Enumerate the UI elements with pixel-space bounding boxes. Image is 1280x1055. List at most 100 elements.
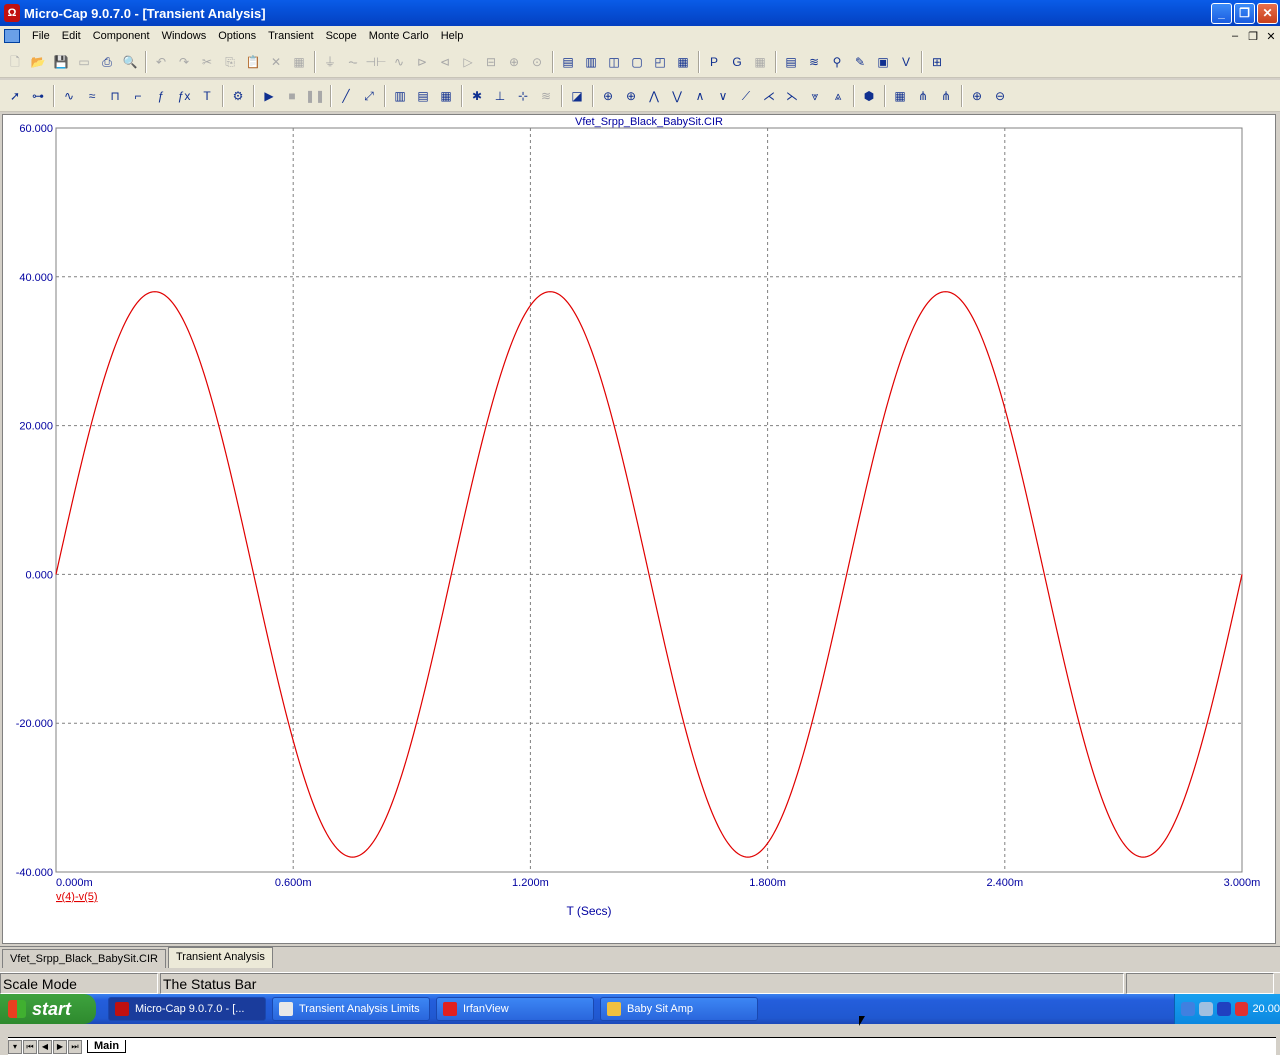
paste-icon[interactable]: 📋 (242, 51, 264, 73)
sheet-menu-button[interactable]: ▾ (8, 1039, 22, 1054)
document-icon[interactable] (4, 29, 20, 43)
data-points-icon[interactable]: ▥ (389, 85, 411, 107)
probe-icon[interactable]: ⚲ (826, 51, 848, 73)
sheet-prev-button[interactable]: ◀ (38, 1039, 52, 1054)
menu-component[interactable]: Component (87, 27, 156, 45)
vt-icon[interactable]: V (895, 51, 917, 73)
component-icon[interactable]: ⊶ (27, 85, 49, 107)
calculator-icon[interactable]: ▦ (672, 51, 694, 73)
cursor-a-icon[interactable]: ✱ (466, 85, 488, 107)
stop-icon[interactable]: ■ (281, 85, 303, 107)
grid-toggle-icon[interactable]: ▦ (435, 85, 457, 107)
security-icon[interactable] (1234, 1002, 1249, 1016)
doc-tab-0[interactable]: Vfet_Srpp_Black_BabySit.CIR (2, 949, 166, 968)
cursor-c-icon[interactable]: ⊹ (512, 85, 534, 107)
zoom-fit-icon[interactable]: ⊞ (926, 51, 948, 73)
app-icon[interactable]: Ω (4, 4, 20, 22)
new-icon[interactable]: 🗋 (4, 51, 26, 73)
axes-b-icon[interactable]: ⋔ (935, 85, 957, 107)
sheet-first-button[interactable]: ⏮ (23, 1039, 37, 1054)
menu-scope[interactable]: Scope (320, 27, 363, 45)
valley-icon[interactable]: ⊕ (620, 85, 642, 107)
taskbar-item-2[interactable]: IrfanView (436, 997, 594, 1021)
run-icon[interactable]: ▶ (258, 85, 280, 107)
taskbar-item-3[interactable]: Baby Sit Amp (600, 997, 758, 1021)
grid-icon[interactable]: ▦ (749, 51, 771, 73)
tray-arrow-icon[interactable] (1181, 1002, 1195, 1016)
mdi-minimize-button[interactable]: – (1226, 30, 1244, 43)
sheet-tab-main[interactable]: Main (87, 1040, 127, 1053)
start-button[interactable]: start (0, 994, 96, 1024)
formula-icon[interactable]: ƒx (173, 85, 195, 107)
open-icon[interactable]: 📂 (27, 51, 49, 73)
source-icon[interactable]: ⊕ (503, 51, 525, 73)
numeric-output-icon[interactable]: ▤ (780, 51, 802, 73)
mdi-restore-button[interactable]: ❐ (1244, 30, 1262, 43)
current-icon[interactable]: ⊙ (526, 51, 548, 73)
peak-icon[interactable]: ⊕ (597, 85, 619, 107)
print-preview-icon[interactable]: 🔍 (119, 51, 141, 73)
menu-transient[interactable]: Transient (262, 27, 319, 45)
select-all-icon[interactable]: ▦ (288, 51, 310, 73)
network-icon[interactable] (1198, 1002, 1213, 1016)
libraries-icon[interactable]: ⬢ (858, 85, 880, 107)
top-icon[interactable]: ⋌ (758, 85, 780, 107)
resistor-icon[interactable]: ⏦ (342, 51, 364, 73)
copy-icon[interactable]: ⎘ (219, 51, 241, 73)
select-arrow-icon[interactable]: ➚ (4, 85, 26, 107)
doc-tab-1[interactable]: Transient Analysis (167, 947, 273, 968)
zoom-in-icon[interactable]: ⊕ (966, 85, 988, 107)
split-icon[interactable]: ◰ (649, 51, 671, 73)
marker-icon[interactable]: ✎ (849, 51, 871, 73)
maximize-button[interactable]: ❐ (1234, 2, 1255, 24)
undo-icon[interactable]: ↶ (150, 51, 172, 73)
line-icon[interactable]: ╱ (335, 85, 357, 107)
delete-icon[interactable]: ✕ (265, 51, 287, 73)
menu-options[interactable]: Options (212, 27, 262, 45)
axes-a-icon[interactable]: ⋔ (912, 85, 934, 107)
properties-icon[interactable]: ⚙ (227, 85, 249, 107)
low-icon[interactable]: ⋁ (666, 85, 688, 107)
text-icon[interactable]: T (196, 85, 218, 107)
npn-icon[interactable]: ⊲ (434, 51, 456, 73)
battery-icon[interactable]: ⊟ (480, 51, 502, 73)
taskbar-item-1[interactable]: Transient Analysis Limits (272, 997, 430, 1021)
wave-icon[interactable]: ≈ (81, 85, 103, 107)
zoom-out-icon[interactable]: ⊖ (989, 85, 1011, 107)
menu-monte-carlo[interactable]: Monte Carlo (363, 27, 435, 45)
cursor-b-icon[interactable]: ⊥ (489, 85, 511, 107)
prev-icon[interactable]: ⩓ (827, 85, 849, 107)
plot-window[interactable]: 0.000m 0.600m 1.200m 1.800m 2.400m 3.000m 60.0… (2, 114, 1276, 1055)
plot-properties-icon[interactable]: ▣ (872, 51, 894, 73)
mdi-close-button[interactable]: ✕ (1262, 30, 1280, 43)
ground-icon[interactable]: ⏚ (319, 51, 341, 73)
step-icon[interactable]: ⌐ (127, 85, 149, 107)
table-icon[interactable]: ▦ (889, 85, 911, 107)
fx-icon[interactable]: ƒ (150, 85, 172, 107)
p-icon[interactable]: P (703, 51, 725, 73)
opamp-icon[interactable]: ▷ (457, 51, 479, 73)
sheet-next-button[interactable]: ▶ (53, 1039, 67, 1054)
menu-edit[interactable]: Edit (56, 27, 87, 45)
taskbar-item-0[interactable]: Micro-Cap 9.0.7.0 - [... (108, 997, 266, 1021)
close-button[interactable]: ✕ (1257, 2, 1278, 24)
cut-icon[interactable]: ✂ (196, 51, 218, 73)
sheet-last-button[interactable]: ⏭ (68, 1039, 82, 1054)
next-icon[interactable]: ⩔ (804, 85, 826, 107)
close-file-icon[interactable]: ▭ (73, 51, 95, 73)
pause-icon[interactable]: ❚❚ (304, 85, 326, 107)
bluetooth-icon[interactable] (1216, 1002, 1231, 1016)
g-icon[interactable]: G (726, 51, 748, 73)
tokens-icon[interactable]: ▤ (412, 85, 434, 107)
menu-file[interactable]: File (26, 27, 56, 45)
tile-v-icon[interactable]: ▥ (580, 51, 602, 73)
diagonal-icon[interactable]: ⤢ (358, 85, 380, 107)
bottom-icon[interactable]: ⋋ (781, 85, 803, 107)
save-icon[interactable]: 💾 (50, 51, 72, 73)
pulse-icon[interactable]: ⊓ (104, 85, 126, 107)
inflection-icon[interactable]: ∧ (689, 85, 711, 107)
menu-help[interactable]: Help (435, 27, 470, 45)
cascade-icon[interactable]: ◫ (603, 51, 625, 73)
menu-windows[interactable]: Windows (156, 27, 213, 45)
capacitor-icon[interactable]: ⊣⊢ (365, 51, 387, 73)
